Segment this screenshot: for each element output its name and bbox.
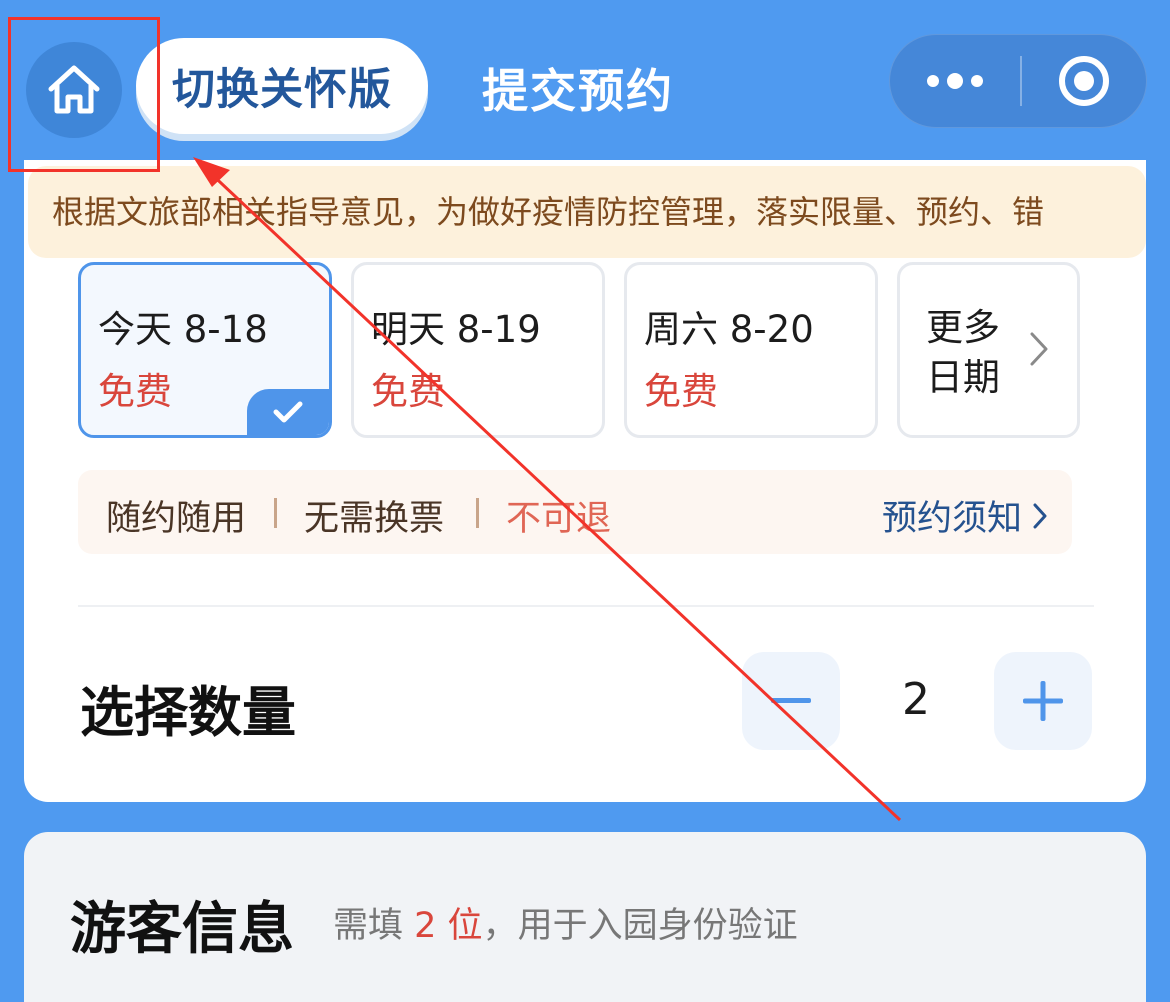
home-button[interactable] bbox=[26, 42, 122, 138]
date-price: 免费 bbox=[644, 370, 718, 413]
visitor-info-title: 游客信息 bbox=[70, 897, 294, 962]
date-label: 明天 8-19 bbox=[371, 308, 541, 351]
hint-prefix: 需填 bbox=[333, 906, 404, 946]
date-label: 周六 8-20 bbox=[644, 308, 814, 351]
check-icon bbox=[273, 401, 303, 423]
hint-count: 2 位 bbox=[414, 906, 483, 946]
more-dates-button[interactable]: 更多日期 bbox=[897, 262, 1080, 438]
decrease-button[interactable] bbox=[742, 652, 840, 750]
quantity-title: 选择数量 bbox=[80, 681, 296, 744]
date-price: 免费 bbox=[98, 370, 172, 413]
minus-icon bbox=[771, 698, 811, 703]
policy-item-refund: 不可退 bbox=[506, 499, 612, 539]
policy-bar: 随约随用 无需换票 不可退 预约须知 bbox=[78, 470, 1072, 554]
visitor-info-hint: 需填 2 位，用于入园身份验证 bbox=[333, 897, 798, 948]
chevron-right-icon bbox=[1030, 332, 1048, 366]
policy-item: 无需换票 bbox=[304, 499, 445, 539]
policy-item: 随约随用 bbox=[106, 499, 247, 539]
more-button[interactable] bbox=[890, 35, 1020, 127]
section-divider bbox=[78, 605, 1094, 607]
more-dots-icon bbox=[927, 73, 983, 89]
policy-separator bbox=[476, 498, 479, 528]
date-option-tomorrow[interactable]: 明天 8-19 免费 bbox=[351, 262, 605, 438]
page-title: 提交预约 bbox=[482, 64, 674, 118]
date-price: 免费 bbox=[371, 370, 445, 413]
plus-icon bbox=[1023, 681, 1063, 721]
care-mode-button[interactable]: 切换关怀版 bbox=[136, 38, 428, 134]
more-dates-label: 更多日期 bbox=[926, 306, 1000, 399]
quantity-value: 2 bbox=[902, 674, 930, 725]
selected-badge bbox=[247, 389, 329, 435]
booking-notice-link[interactable]: 预约须知 bbox=[882, 490, 1048, 541]
close-button[interactable] bbox=[1022, 35, 1146, 127]
home-icon bbox=[48, 65, 100, 114]
chevron-right-icon bbox=[1033, 503, 1047, 528]
miniprogram-capsule bbox=[889, 34, 1147, 128]
date-option-today[interactable]: 今天 8-18 免费 bbox=[78, 262, 332, 438]
date-option-saturday[interactable]: 周六 8-20 免费 bbox=[624, 262, 878, 438]
hint-suffix: ，用于入园身份验证 bbox=[482, 906, 798, 946]
close-circle-icon bbox=[1059, 56, 1109, 106]
booking-notice-label: 预约须知 bbox=[881, 499, 1022, 539]
date-label: 今天 8-18 bbox=[98, 308, 268, 351]
policy-separator bbox=[274, 498, 277, 528]
notice-banner: 根据文旅部相关指导意见，为做好疫情防控管理，落实限量、预约、错 bbox=[28, 166, 1146, 258]
increase-button[interactable] bbox=[994, 652, 1092, 750]
